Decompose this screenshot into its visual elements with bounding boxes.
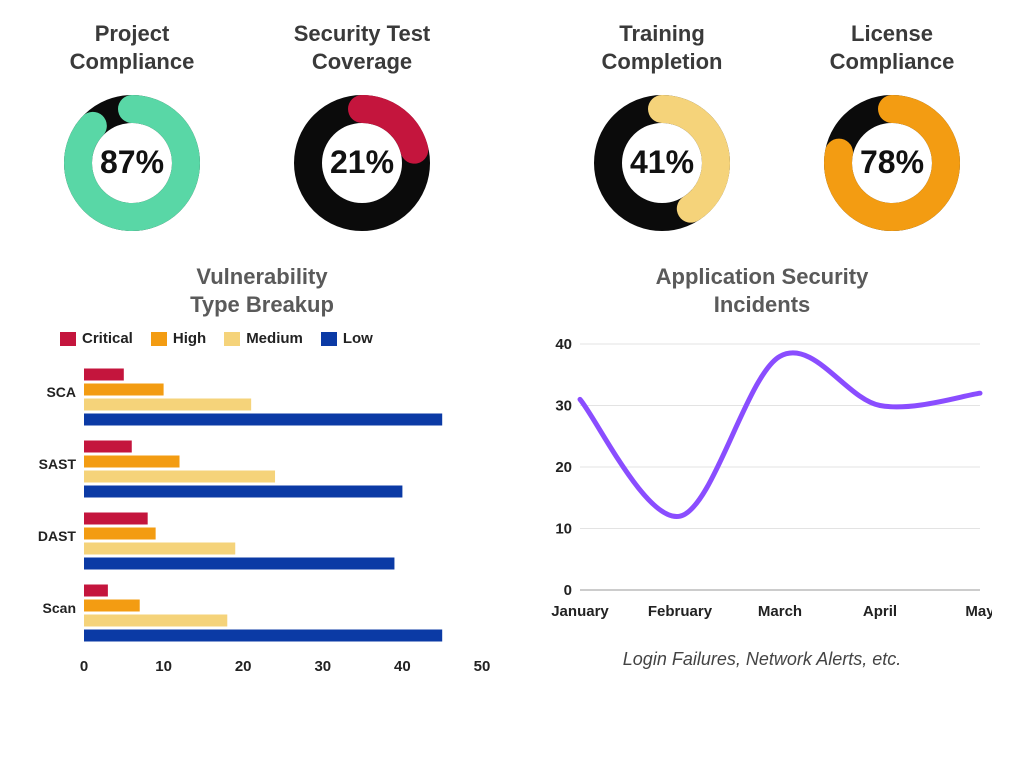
donut-percent: 87% — [100, 144, 164, 180]
legend-label: Medium — [246, 330, 303, 347]
vuln-legend: Critical High Medium Low — [60, 330, 492, 347]
donut-percent: 21% — [330, 144, 394, 180]
legend-critical: Critical — [60, 330, 133, 347]
incidents-footnote: Login Failures, Network Alerts, etc. — [532, 649, 992, 670]
svg-text:February: February — [648, 603, 713, 620]
legend-low: Low — [321, 330, 373, 347]
svg-text:March: March — [758, 603, 802, 620]
legend-medium: Medium — [224, 330, 303, 347]
swatch-high — [151, 332, 167, 346]
svg-text:May: May — [965, 603, 992, 620]
panel-vulnerability: VulnerabilityType Breakup Critical High … — [32, 263, 492, 682]
row-2: VulnerabilityType Breakup Critical High … — [32, 263, 992, 682]
svg-text:40: 40 — [555, 336, 572, 353]
svg-text:10: 10 — [555, 521, 572, 538]
svg-text:January: January — [551, 603, 609, 620]
bar-category-label: SAST — [39, 456, 77, 472]
svg-text:0: 0 — [564, 582, 572, 599]
donut-chart: 87% — [52, 83, 212, 243]
donut-title: Security TestCoverage — [294, 20, 431, 75]
legend-label: Critical — [82, 330, 133, 347]
vuln-bar-chart: 0 10 20 30 40 50 SCA SAST DAST Scan — [32, 357, 492, 677]
swatch-critical — [60, 332, 76, 346]
donut-percent: 41% — [630, 144, 694, 180]
donut-project-compliance: ProjectCompliance 87% — [32, 20, 232, 243]
legend-label: High — [173, 330, 206, 347]
incidents-line-chart: 0 10 20 30 40 January February March April May — [532, 330, 992, 630]
svg-text:20: 20 — [235, 658, 252, 675]
svg-text:30: 30 — [555, 398, 572, 415]
legend-label: Low — [343, 330, 373, 347]
svg-text:10: 10 — [155, 658, 172, 675]
svg-text:30: 30 — [314, 658, 331, 675]
donut-row: ProjectCompliance 87% Security TestCover… — [32, 20, 992, 243]
svg-text:April: April — [863, 603, 897, 620]
bar-category-label: Scan — [43, 600, 76, 616]
chart-title: Application SecurityIncidents — [532, 263, 992, 318]
donut-license-compliance: LicenseCompliance 78% — [792, 20, 992, 243]
svg-text:40: 40 — [394, 658, 411, 675]
donut-percent: 78% — [860, 144, 924, 180]
donut-title: TrainingCompletion — [602, 20, 723, 75]
panel-incidents: Application SecurityIncidents 0 10 20 30 40 J… — [532, 263, 992, 682]
donut-title: ProjectCompliance — [70, 20, 195, 75]
svg-text:50: 50 — [474, 658, 491, 675]
swatch-low — [321, 332, 337, 346]
svg-text:0: 0 — [80, 658, 88, 675]
chart-title: VulnerabilityType Breakup — [32, 263, 492, 318]
donut-chart: 41% — [582, 83, 742, 243]
legend-high: High — [151, 330, 206, 347]
svg-text:20: 20 — [555, 459, 572, 476]
bar-category-label: DAST — [38, 528, 77, 544]
donut-chart: 78% — [812, 83, 972, 243]
donut-chart: 21% — [282, 83, 442, 243]
donut-title: LicenseCompliance — [830, 20, 955, 75]
bar-category-label: SCA — [46, 384, 76, 400]
donut-security-coverage: Security TestCoverage 21% — [262, 20, 462, 243]
donut-training-completion: TrainingCompletion 41% — [562, 20, 762, 243]
swatch-medium — [224, 332, 240, 346]
